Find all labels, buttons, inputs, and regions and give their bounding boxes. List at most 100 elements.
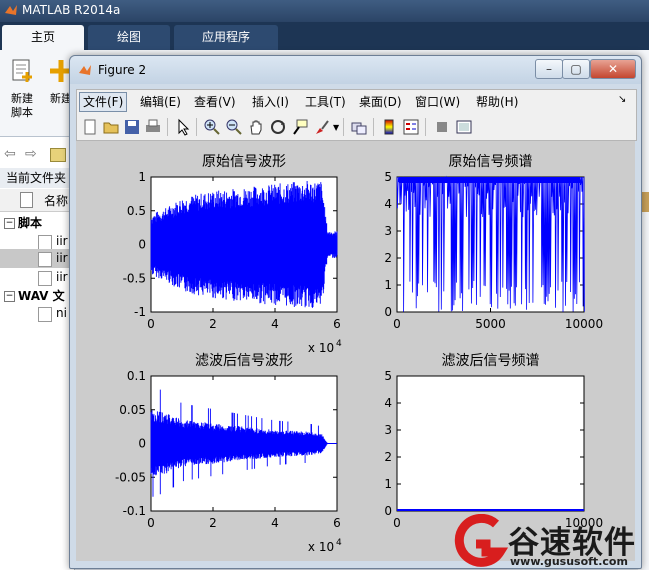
m-file-icon xyxy=(38,235,52,250)
current-folder-label: 当前文件夹 xyxy=(0,168,80,188)
brush-icon[interactable] xyxy=(313,118,331,136)
new-figure-icon[interactable] xyxy=(81,118,99,136)
pan-icon[interactable] xyxy=(247,118,265,136)
watermark-logo-icon xyxy=(454,514,509,567)
menu-help[interactable]: 帮助(H) xyxy=(473,93,521,111)
y-tick-label: 0.1 xyxy=(127,369,146,383)
show-plot-tools-icon[interactable] xyxy=(455,118,473,136)
x-exponent-power: 4 xyxy=(336,538,342,548)
matlab-logo-icon xyxy=(79,65,91,75)
maximize-button[interactable]: ▢ xyxy=(562,59,590,79)
tree-group-scripts[interactable]: − 脚本 xyxy=(0,214,74,233)
matlab-tabstrip: 主页 绘图 应用程序 xyxy=(0,22,649,50)
y-tick-label: 4 xyxy=(384,396,392,410)
collapse-icon[interactable]: − xyxy=(4,218,15,229)
figure-titlebar[interactable]: Figure 2 – ▢ ✕ xyxy=(70,56,641,84)
watermark: 谷速软件 www.gususoft.com xyxy=(452,514,649,570)
y-tick-label: 2 xyxy=(384,251,392,265)
x-exponent-power: 4 xyxy=(336,339,342,349)
list-item-label: iir xyxy=(56,270,68,284)
toolbar-separator xyxy=(343,118,344,136)
subplot-title: 原始信号频谱 xyxy=(449,154,533,170)
menu-edit[interactable]: 编辑(E) xyxy=(137,93,184,111)
tab-plots[interactable]: 绘图 xyxy=(88,25,170,50)
menu-window[interactable]: 窗口(W) xyxy=(412,93,463,111)
new-script-icon xyxy=(12,59,32,82)
subplot-title: 滤波后信号波形 xyxy=(195,353,293,369)
menu-insert[interactable]: 插入(I) xyxy=(249,93,292,111)
close-button[interactable]: ✕ xyxy=(590,59,636,79)
y-tick-label: 1 xyxy=(138,170,146,184)
forward-icon[interactable]: ⇨ xyxy=(25,146,37,162)
x-tick-label: 2 xyxy=(209,516,217,530)
list-item[interactable]: iir xyxy=(0,268,74,287)
toolbar-separator xyxy=(425,118,426,136)
data-cursor-icon[interactable] xyxy=(291,118,309,136)
x-tick-label: 0 xyxy=(393,317,401,331)
menu-view[interactable]: 查看(V) xyxy=(191,93,239,111)
y-tick-label: -0.5 xyxy=(123,271,146,285)
menu-desktop[interactable]: 桌面(D) xyxy=(356,93,405,111)
watermark-url: www.gususoft.com xyxy=(510,555,628,568)
y-tick-label: 0.05 xyxy=(119,403,146,417)
y-tick-label: -1 xyxy=(134,305,146,319)
tab-apps[interactable]: 应用程序 xyxy=(174,25,278,50)
matlab-title: MATLAB R2014a xyxy=(22,3,121,17)
toolbar-separator xyxy=(167,118,168,136)
new-script-button[interactable]: 新建 脚本 xyxy=(6,58,38,120)
y-tick-label: 0 xyxy=(138,238,146,252)
list-item-label: ni xyxy=(56,306,67,320)
y-tick-label: 0 xyxy=(138,437,146,451)
subplot-title: 原始信号波形 xyxy=(202,154,286,170)
figure-window: Figure 2 – ▢ ✕ 文件(F) 编辑(E) 查看(V) 插入(I) 工… xyxy=(69,55,642,569)
tab-home[interactable]: 主页 xyxy=(2,25,84,50)
minimize-icon: – xyxy=(546,62,552,76)
matlab-titlebar: MATLAB R2014a xyxy=(0,0,649,22)
y-tick-label: 1 xyxy=(384,477,392,491)
legend-icon[interactable] xyxy=(402,118,420,136)
menu-dock-icon[interactable]: ↘ xyxy=(618,94,626,105)
close-icon: ✕ xyxy=(607,62,619,76)
open-icon[interactable] xyxy=(102,118,120,136)
x-tick-label: 10000 xyxy=(565,317,603,331)
folder-nav: ⇦ ⇨ xyxy=(0,144,74,166)
axes-4 xyxy=(396,375,585,512)
name-column-header[interactable]: 名称 xyxy=(44,192,68,209)
y-tick-label: 5 xyxy=(384,369,392,383)
y-tick-label: 0 xyxy=(384,504,392,518)
tree-group-label: 脚本 xyxy=(18,216,43,230)
menu-tools[interactable]: 工具(T) xyxy=(302,93,349,111)
print-icon[interactable] xyxy=(144,118,162,136)
y-tick-label: 4 xyxy=(384,197,392,211)
link-icon[interactable] xyxy=(350,118,368,136)
pointer-icon[interactable] xyxy=(174,118,192,136)
minimize-button[interactable]: – xyxy=(535,59,563,79)
brush-dropdown-icon[interactable]: ▼ xyxy=(333,123,339,132)
y-tick-label: 2 xyxy=(384,450,392,464)
list-item[interactable]: iir xyxy=(0,249,74,268)
maximize-icon: ▢ xyxy=(570,62,582,76)
up-folder-icon[interactable] xyxy=(50,148,66,162)
y-tick-label: 0.5 xyxy=(127,204,146,218)
y-tick-label: -0.05 xyxy=(115,470,146,484)
m-file-icon xyxy=(38,271,52,286)
zoom-out-icon[interactable] xyxy=(225,118,243,136)
rotate-icon[interactable] xyxy=(269,118,287,136)
back-icon[interactable]: ⇦ xyxy=(4,146,16,162)
list-item[interactable]: ni xyxy=(0,304,74,323)
save-icon[interactable] xyxy=(123,118,141,136)
collapse-icon[interactable]: − xyxy=(4,291,15,302)
y-tick-label: 5 xyxy=(384,170,392,184)
hide-plot-tools-icon[interactable] xyxy=(433,118,451,136)
zoom-in-icon[interactable] xyxy=(203,118,221,136)
figure-menubar: 文件(F) 编辑(E) 查看(V) 插入(I) 工具(T) 桌面(D) 窗口(W… xyxy=(76,89,637,115)
x-exponent-label: x 10 xyxy=(308,540,334,554)
x-tick-label: 0 xyxy=(147,317,155,331)
spectrum-top-band xyxy=(399,177,580,183)
colorbar-icon[interactable] xyxy=(380,118,398,136)
figure-title: Figure 2 xyxy=(98,63,147,77)
y-tick-label: 1 xyxy=(384,278,392,292)
menu-file[interactable]: 文件(F) xyxy=(79,92,128,112)
matlab-logo-icon xyxy=(5,5,17,15)
x-exponent-label: x 10 xyxy=(308,341,334,355)
